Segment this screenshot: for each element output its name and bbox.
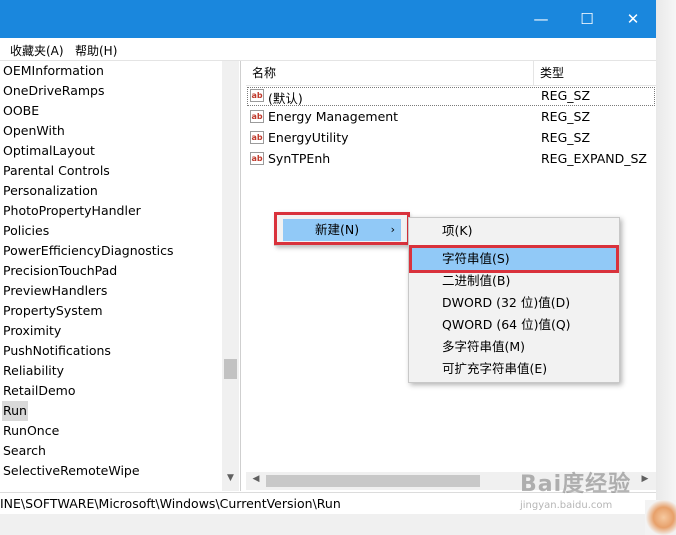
value-type: REG_SZ <box>541 88 591 103</box>
submenu-item-multi-string-value[interactable]: 多字符串值(M) <box>412 336 616 358</box>
tree-item-precisiontouchpad[interactable]: PrecisionTouchPad <box>2 261 118 281</box>
corner-decoration <box>645 500 676 535</box>
tree-item-previewhandlers[interactable]: PreviewHandlers <box>2 281 108 301</box>
column-header-type[interactable]: 类型 <box>534 61 656 85</box>
submenu-item-binary-value[interactable]: 二进制值(B) <box>412 270 616 292</box>
tree-vertical-scrollbar[interactable] <box>222 61 239 491</box>
context-menu-new[interactable]: 新建(N) › <box>283 219 401 241</box>
tree-item-propertysystem[interactable]: PropertySystem <box>2 301 104 321</box>
tree-item-personalization[interactable]: Personalization <box>2 181 99 201</box>
scroll-right-icon[interactable]: ▶ <box>638 474 652 488</box>
background-edge <box>656 0 676 535</box>
tree-item-oobe[interactable]: OOBE <box>2 101 40 121</box>
maximize-button[interactable]: ☐ <box>564 0 610 38</box>
tree-item-reliability[interactable]: Reliability <box>2 361 65 381</box>
title-bar: — ☐ ✕ <box>0 0 656 38</box>
submenu-separator <box>412 245 616 246</box>
submenu-item-string-value[interactable]: 字符串值(S) <box>412 248 616 270</box>
tree-item-parental-controls[interactable]: Parental Controls <box>2 161 111 181</box>
value-name: (默认) <box>268 91 303 106</box>
value-type: REG_SZ <box>541 109 591 124</box>
submenu-item-qword-value[interactable]: QWORD (64 位)值(Q) <box>412 314 616 336</box>
value-name: SynTPEnh <box>268 151 331 166</box>
table-row[interactable]: ab EnergyUtility REG_SZ <box>246 128 656 149</box>
scroll-left-icon[interactable]: ◀ <box>249 474 263 488</box>
column-header-name[interactable]: 名称 <box>246 61 534 85</box>
value-type: REG_SZ <box>541 130 591 145</box>
table-row[interactable]: ab Energy Management REG_SZ <box>246 107 656 128</box>
tree-item-oeminformation[interactable]: OEMInformation <box>2 61 105 81</box>
registry-path: INE\SOFTWARE\Microsoft\Windows\CurrentVe… <box>0 496 341 511</box>
menu-favorites[interactable]: 收藏夹(A) <box>10 42 64 59</box>
value-type: REG_EXPAND_SZ <box>541 151 647 166</box>
submenu-item-dword-value[interactable]: DWORD (32 位)值(D) <box>412 292 616 314</box>
context-menu: 新建(N) › <box>274 212 408 246</box>
tree-item-run[interactable]: Run <box>2 401 28 421</box>
menu-help[interactable]: 帮助(H) <box>75 42 117 59</box>
string-value-icon: ab <box>250 110 264 123</box>
tree-item-policies[interactable]: Policies <box>2 221 50 241</box>
new-submenu: 项(K) 字符串值(S) 二进制值(B) DWORD (32 位)值(D) QW… <box>408 217 620 383</box>
status-bar: INE\SOFTWARE\Microsoft\Windows\CurrentVe… <box>0 492 656 515</box>
table-row[interactable]: ab (默认) REG_SZ <box>246 86 656 107</box>
scroll-down-icon[interactable]: ▼ <box>224 473 237 489</box>
maximize-icon: ☐ <box>580 10 594 28</box>
minimize-button[interactable]: — <box>518 0 564 38</box>
registry-tree: OEMInformation OneDriveRamps OOBE OpenWi… <box>0 61 241 491</box>
chevron-right-icon: › <box>390 223 395 236</box>
tree-item-photopropertyhandler[interactable]: PhotoPropertyHandler <box>2 201 142 221</box>
string-value-icon: ab <box>250 89 264 102</box>
tree-item-retaildemo[interactable]: RetailDemo <box>2 381 76 401</box>
tree-item-search[interactable]: Search <box>2 441 47 461</box>
close-button[interactable]: ✕ <box>610 0 656 38</box>
string-value-icon: ab <box>250 152 264 165</box>
value-name: Energy Management <box>268 109 399 124</box>
tree-item-runonce[interactable]: RunOnce <box>2 421 60 441</box>
tree-item-optimallayout[interactable]: OptimalLayout <box>2 141 96 161</box>
submenu-item-key[interactable]: 项(K) <box>412 220 616 242</box>
close-icon: ✕ <box>626 10 640 28</box>
tree-item-onedriveramps[interactable]: OneDriveRamps <box>2 81 105 101</box>
tree-item-powerefficiencydiagnostics[interactable]: PowerEfficiencyDiagnostics <box>2 241 175 261</box>
table-row[interactable]: ab SynTPEnh REG_EXPAND_SZ <box>246 149 656 170</box>
list-horizontal-scrollbar[interactable]: ◀ ▶ <box>246 472 656 490</box>
string-value-icon: ab <box>250 131 264 144</box>
tree-item-openwith[interactable]: OpenWith <box>2 121 66 141</box>
tree-item-pushnotifications[interactable]: PushNotifications <box>2 341 112 361</box>
submenu-item-expandable-string-value[interactable]: 可扩充字符串值(E) <box>412 358 616 380</box>
list-scroll-thumb[interactable] <box>266 475 480 487</box>
value-name: EnergyUtility <box>268 130 349 145</box>
minimize-icon: — <box>533 10 549 28</box>
menu-bar: 收藏夹(A) 帮助(H) <box>0 38 656 61</box>
tree-item-proximity[interactable]: Proximity <box>2 321 62 341</box>
context-menu-new-label: 新建(N) <box>315 222 360 237</box>
tree-scroll-thumb[interactable] <box>224 359 237 379</box>
bottom-strip <box>0 514 656 535</box>
tree-item-selectiveremotewipe[interactable]: SelectiveRemoteWipe <box>2 461 141 481</box>
